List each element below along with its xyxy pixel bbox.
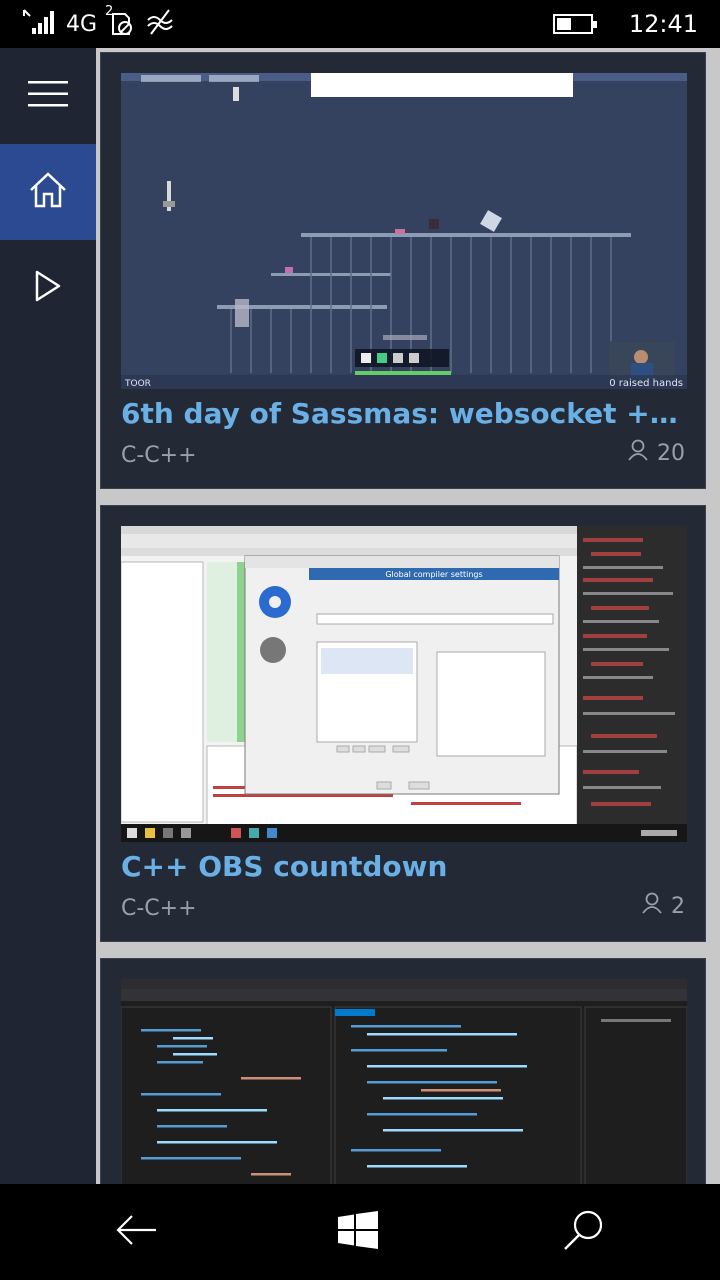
stream-card[interactable]: Global compiler settings C++ OBS countdo… [100,505,706,942]
overlay-raised-hands: 0 raised hands [609,378,683,389]
windows-logo-icon [338,1211,378,1253]
status-bar: 4G 2 12:41 [0,0,720,48]
nav-rail [0,48,96,1184]
search-button[interactable] [556,1204,612,1260]
stream-category: C-C++ [121,443,197,468]
person-icon [641,892,663,920]
person-icon [627,439,649,467]
back-arrow-icon [114,1212,158,1252]
network-type: 4G [66,11,98,37]
dialog-title: Global compiler settings [385,570,482,579]
stream-list[interactable]: TOOR 0 raised hands 6th day of Sassmas: … [96,48,720,1184]
wifi-off-icon [145,8,175,40]
system-nav-bar [0,1184,720,1280]
nav-live-button[interactable] [0,240,96,336]
back-button[interactable] [108,1204,164,1260]
search-icon [562,1208,606,1256]
stream-thumbnail[interactable]: TOOR 0 raised hands [121,73,687,389]
play-icon [35,270,61,306]
hamburger-menu-button[interactable] [0,48,96,144]
stream-card[interactable]: TOOR 0 raised hands 6th day of Sassmas: … [100,52,706,489]
viewer-count-value: 20 [657,440,685,466]
nav-home-button[interactable] [0,144,96,240]
stream-category: C-C++ [121,896,197,921]
menu-icon [28,81,68,111]
overlay-left-text: TOOR [124,379,151,389]
stream-title[interactable]: 6th day of Sassmas: websocket + othe… [121,397,687,430]
viewer-count: 20 [627,439,685,467]
viewer-count-value: 2 [671,893,685,919]
stream-card[interactable] [100,958,706,1184]
stream-thumbnail[interactable] [121,979,687,1184]
signal-icon [22,8,56,40]
stream-thumbnail[interactable]: Global compiler settings [121,526,687,842]
battery-icon [552,14,597,34]
viewer-count: 2 [641,892,685,920]
clock: 12:41 [628,10,698,38]
sim-quiet-icon: 2 [105,4,135,38]
stream-title[interactable]: C++ OBS countdown [121,850,687,883]
home-icon [29,172,67,212]
windows-start-button[interactable] [330,1204,386,1260]
